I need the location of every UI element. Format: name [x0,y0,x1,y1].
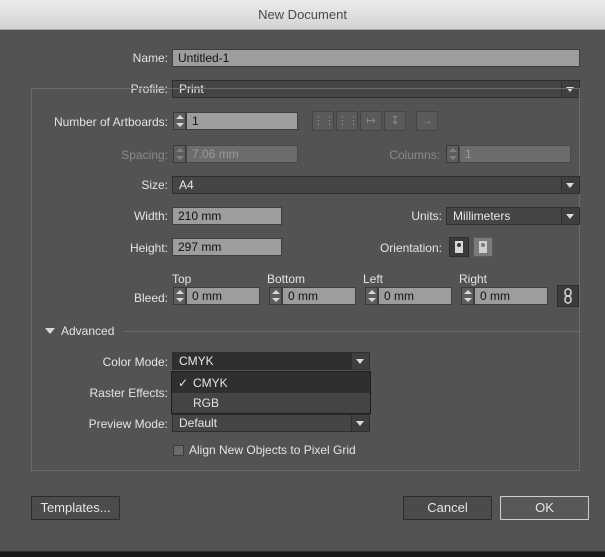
height-label: Height: [129,241,168,255]
color-mode-select[interactable]: CMYK [172,352,370,370]
bleed-bottom-input[interactable]: 0 mm [282,287,356,305]
bleed-right-stepper[interactable] [461,287,474,305]
color-mode-option-cmyk[interactable]: ✓ CMYK [172,373,370,393]
chevron-down-icon [351,353,369,369]
color-mode-option-rgb[interactable]: RGB [172,393,370,413]
window-title: New Document [0,0,605,30]
size-label: Size: [141,178,168,192]
portrait-icon [455,241,463,253]
landscape-icon [479,241,487,253]
width-input[interactable]: 210 mm [172,207,282,225]
height-input[interactable]: 297 mm [172,238,282,256]
spacing-input[interactable]: 7.06 mm [186,145,298,163]
chevron-down-icon [561,208,579,224]
advanced-divider [124,331,580,332]
align-pixel-grid-checkbox[interactable] [173,445,184,456]
advanced-section-label[interactable]: Advanced [61,324,114,338]
spacing-stepper[interactable] [173,145,186,163]
chain-link-icon [564,288,572,304]
artboards-input[interactable]: 1 [186,112,298,130]
link-bleed-settings-button[interactable] [557,285,579,307]
bleed-right-input[interactable]: 0 mm [474,287,548,305]
bleed-top-input[interactable]: 0 mm [186,287,260,305]
arrange-by-column-icon[interactable]: ↧ [384,111,406,131]
checkmark-icon: ✓ [178,376,189,390]
columns-label: Columns: [389,148,440,162]
size-select[interactable]: A4 [172,176,580,194]
cancel-button[interactable]: Cancel [403,496,492,520]
units-select[interactable]: Millimeters [446,207,580,225]
color-mode-label: Color Mode: [102,355,168,369]
columns-stepper[interactable] [446,145,459,163]
chevron-down-icon [561,177,579,193]
grid-by-row-icon[interactable]: ⋮⋮ [312,111,335,131]
bleed-bottom-stepper[interactable] [269,287,282,305]
color-mode-menu: ✓ CMYK RGB [171,371,371,414]
color-mode-select-value: CMYK [179,354,214,368]
bleed-bottom-label: Bottom [267,272,306,286]
bleed-left-label: Left [363,272,384,286]
bleed-left-stepper[interactable] [365,287,378,305]
preview-mode-label: Preview Mode: [88,417,168,431]
width-label: Width: [133,209,168,223]
portrait-orientation-button[interactable] [449,237,469,257]
bleed-top-label: Top [172,272,192,286]
artboards-label: Number of Artboards: [53,115,168,129]
preview-mode-select-value: Default [179,416,218,430]
columns-input[interactable]: 1 [459,145,571,163]
spacing-label: Spacing: [121,148,168,162]
bleed-label: Bleed: [133,291,168,305]
disclosure-triangle-icon[interactable] [45,328,55,334]
right-to-left-icon[interactable]: → [416,111,438,131]
landscape-orientation-button[interactable] [473,237,493,257]
preview-mode-select[interactable]: Default [172,414,370,432]
size-select-value: A4 [179,178,194,192]
name-input[interactable]: Untitled-1 [172,49,580,67]
bleed-right-label: Right [459,272,488,286]
bleed-top-stepper[interactable] [173,287,186,305]
name-label: Name: [132,51,168,65]
units-label: Units: [411,209,442,223]
new-document-dialog: New Document Name: Untitled-1 Profile: P… [0,0,605,552]
units-select-value: Millimeters [453,209,511,223]
artboards-stepper[interactable] [173,112,186,130]
raster-effects-label: Raster Effects: [89,386,168,400]
ok-button[interactable]: OK [500,496,589,520]
chevron-down-icon [351,415,369,431]
grid-by-column-icon[interactable]: ⋮⋮ [336,111,359,131]
templates-button[interactable]: Templates... [31,496,120,520]
arrange-by-row-icon[interactable]: ↦ [360,111,382,131]
orientation-label: Orientation: [379,241,442,255]
bleed-left-input[interactable]: 0 mm [378,287,452,305]
align-pixel-grid-label[interactable]: Align New Objects to Pixel Grid [189,443,356,457]
